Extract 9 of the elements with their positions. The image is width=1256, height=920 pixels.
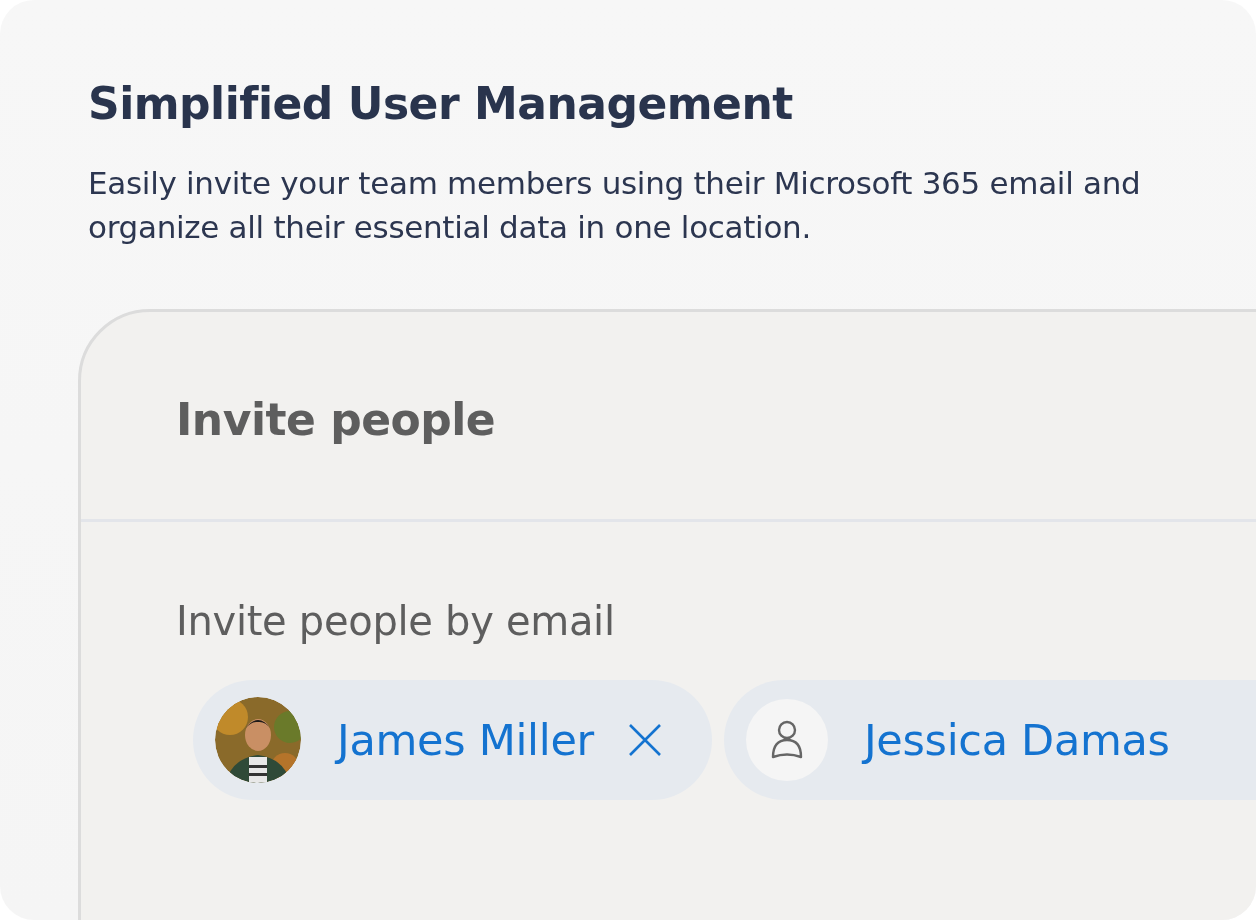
- description: Easily invite your team members using their Microsoft 365 email and organize all their essential data in one location.: [88, 164, 1142, 247]
- recipient-chip[interactable]: Jessica Damas: [723, 680, 1256, 800]
- person-icon: [769, 720, 804, 760]
- close-icon[interactable]: [627, 723, 662, 757]
- panel-title: Invite people: [176, 394, 496, 445]
- recipient-chip[interactable]: James Miller: [193, 680, 712, 800]
- recipient-name: Jessica Damas: [863, 715, 1170, 765]
- field-label: Invite people by email: [175, 597, 616, 644]
- heading: Simplified User Management: [88, 78, 794, 129]
